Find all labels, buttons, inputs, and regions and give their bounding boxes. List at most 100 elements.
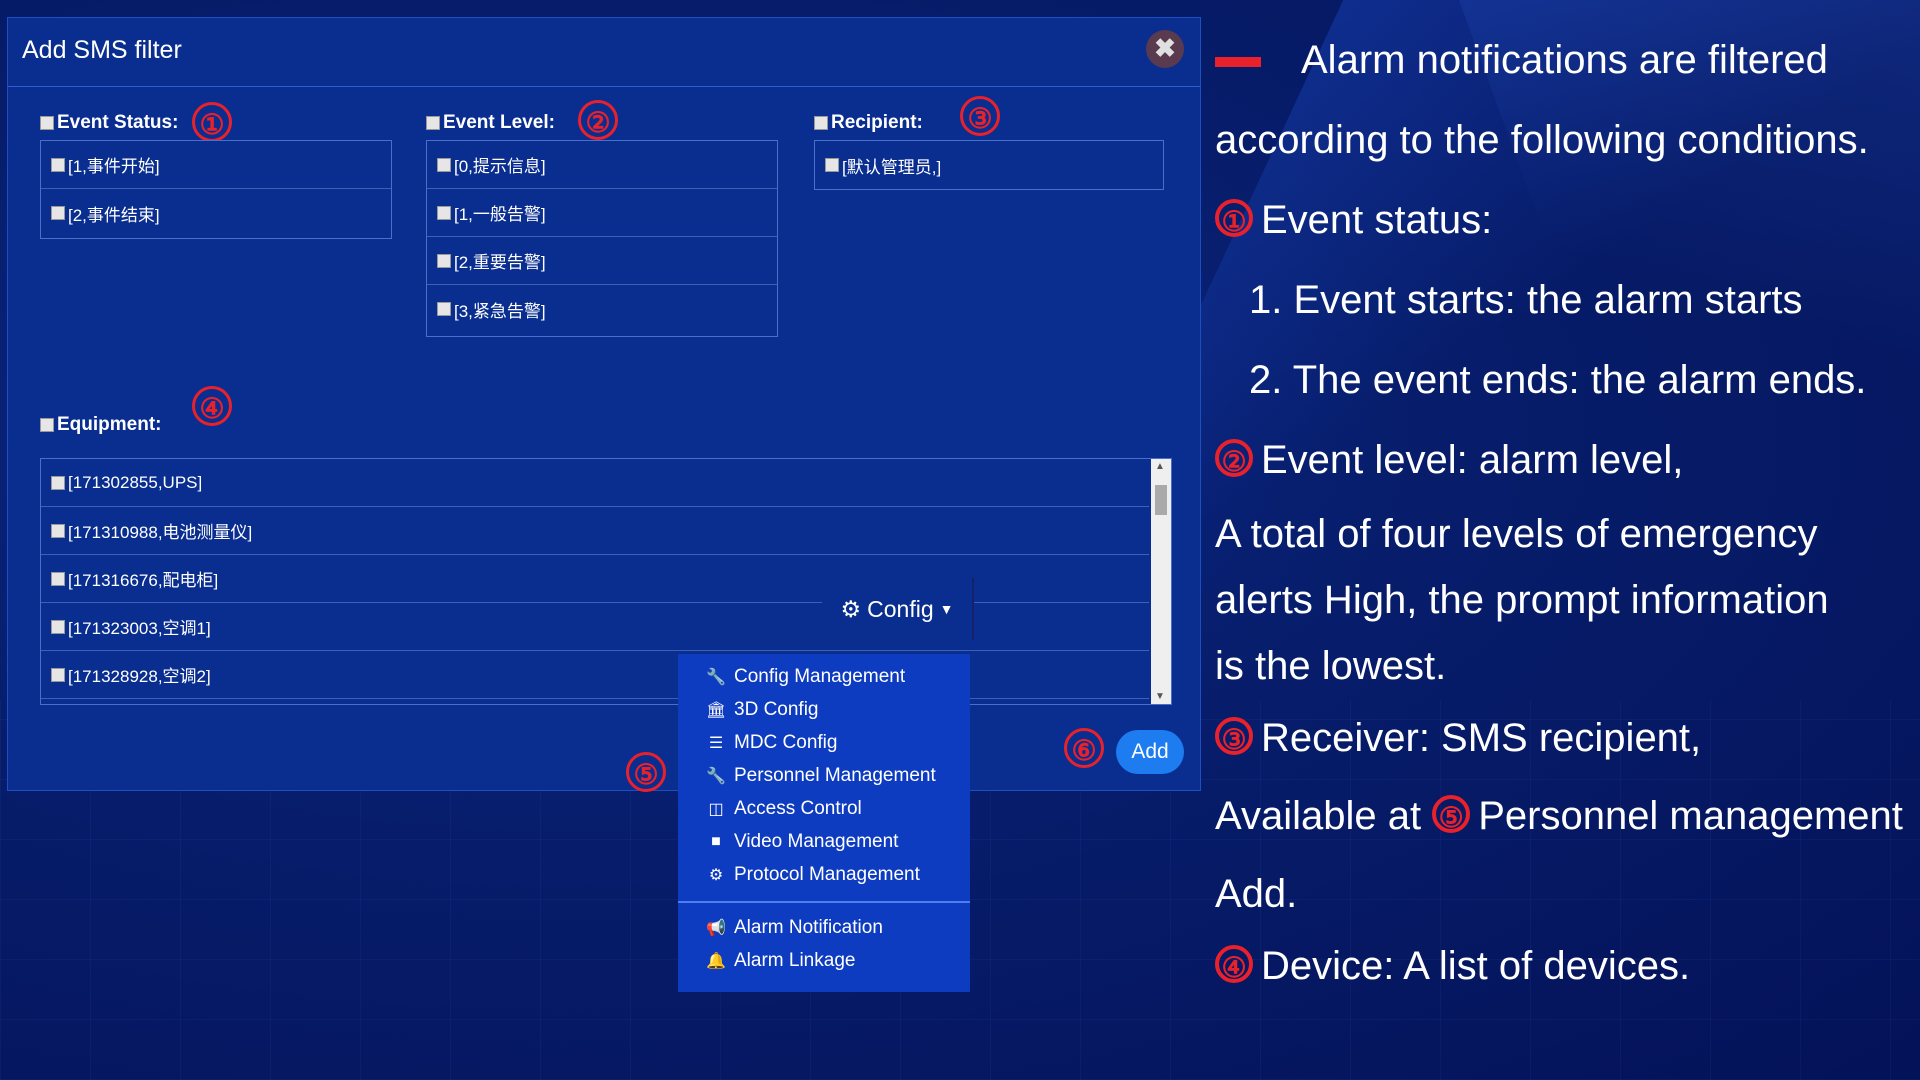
event-level-label-text: Event Level: xyxy=(443,112,555,133)
menu-item-personnel-management[interactable]: 🔧 Personnel Management xyxy=(678,759,970,792)
note-line: A total of four levels of emergency xyxy=(1215,510,1818,558)
list-item[interactable]: [1,事件开始] xyxy=(41,141,391,189)
list-item[interactable]: [1,一般告警] xyxy=(427,189,777,237)
note-text: A total of four levels of emergency xyxy=(1215,512,1818,556)
item-checkbox[interactable] xyxy=(51,475,65,490)
note-line: Add. xyxy=(1215,870,1297,918)
item-label: [1,事件开始] xyxy=(68,157,160,176)
add-button[interactable]: Add xyxy=(1116,730,1184,774)
bell-icon: 🔔 xyxy=(706,952,726,970)
menu-item-label: Config Management xyxy=(734,665,906,687)
list-item[interactable]: [171323003,空调1] xyxy=(41,603,1149,651)
wrench-icon: 🔧 xyxy=(706,767,726,785)
config-dropdown-button[interactable]: ⚙ Config ▼ xyxy=(822,578,974,640)
menu-item-config-management[interactable]: 🔧 Config Management xyxy=(678,660,970,693)
marker-4: ④ xyxy=(192,386,232,426)
item-checkbox[interactable] xyxy=(51,523,65,538)
item-checkbox[interactable] xyxy=(437,157,451,172)
list-item[interactable]: [0,提示信息] xyxy=(427,141,777,189)
note-line: 2. The event ends: the alarm ends. xyxy=(1249,356,1866,404)
note-line: Available at ⑤ Personnel management xyxy=(1215,792,1903,840)
note-text: Device: A list of devices. xyxy=(1261,944,1691,988)
note-text: Receiver: SMS recipient, xyxy=(1261,716,1702,760)
note-line: ④ Device: A list of devices. xyxy=(1215,942,1690,990)
event-level-checkbox[interactable] xyxy=(426,116,440,130)
event-status-label[interactable]: Event Status: xyxy=(40,112,178,134)
config-dropdown-menu: 🔧 Config Management 🏛 3D Config ☰ MDC Confi… xyxy=(678,654,970,992)
event-level-list: [0,提示信息] [1,一般告警] [2,重要告警] [3,紧急告警] xyxy=(426,140,778,337)
dialog-header: Add SMS filter ✖ xyxy=(8,18,1200,87)
list-item[interactable]: [2,重要告警] xyxy=(427,237,777,285)
event-status-label-text: Event Status: xyxy=(57,112,179,133)
list-item[interactable]: [171316676,配电柜] xyxy=(41,555,1149,603)
note-text: Event status: xyxy=(1261,198,1493,242)
recipient-label[interactable]: Recipient: xyxy=(814,112,923,134)
item-label: [171328928,空调2] xyxy=(68,667,211,686)
menu-item-label: Video Management xyxy=(734,830,899,852)
scroll-up-icon[interactable]: ▲ xyxy=(1155,461,1165,472)
recipient-checkbox[interactable] xyxy=(814,116,828,130)
cogs-icon: ⚙ xyxy=(708,866,724,884)
note-line: is the lowest. xyxy=(1215,642,1446,690)
item-checkbox[interactable] xyxy=(51,571,65,586)
add-sms-filter-dialog: Add SMS filter ✖ Event Status: ① [1,事件开始… xyxy=(8,18,1200,790)
list-item[interactable]: [171310988,电池测量仪] xyxy=(41,507,1149,555)
bank-icon: 🏛 xyxy=(706,701,727,719)
note-line: ① Event status: xyxy=(1215,196,1492,244)
video-camera-icon: ■ xyxy=(711,832,721,850)
menu-item-alarm-linkage[interactable]: 🔔 Alarm Linkage xyxy=(678,944,970,977)
event-status-checkbox[interactable] xyxy=(40,116,54,130)
menu-item-protocol-management[interactable]: ⚙ Protocol Management xyxy=(678,858,970,891)
event-level-label[interactable]: Event Level: xyxy=(426,112,555,134)
menu-item-alarm-notification[interactable]: 📢 Alarm Notification xyxy=(678,911,970,944)
list-item[interactable]: [3,紧急告警] xyxy=(427,285,777,333)
menu-item-label: 3D Config xyxy=(734,698,819,720)
item-checkbox[interactable] xyxy=(437,253,451,268)
marker-3: ③ xyxy=(960,96,1000,136)
menu-item-label: MDC Config xyxy=(734,731,838,753)
menu-item-video-management[interactable]: ■ Video Management xyxy=(678,825,970,858)
note-line: 1. Event starts: the alarm starts xyxy=(1249,276,1803,324)
item-checkbox[interactable] xyxy=(825,158,839,172)
marker-5: ⑤ xyxy=(626,752,666,792)
gear-icon: ⚙ xyxy=(840,595,862,622)
item-checkbox[interactable] xyxy=(51,206,65,220)
item-checkbox[interactable] xyxy=(51,667,65,682)
bullhorn-icon: 📢 xyxy=(706,919,726,937)
close-icon[interactable]: ✖ xyxy=(1146,30,1184,68)
scrollbar[interactable]: ▲ ▼ xyxy=(1151,459,1171,704)
scroll-down-icon[interactable]: ▼ xyxy=(1155,691,1165,702)
item-label: [2,事件结束] xyxy=(68,205,160,225)
item-label: [0,提示信息] xyxy=(454,157,546,176)
note-line: Alarm notifications are filtered xyxy=(1215,36,1828,84)
note-text: Available at xyxy=(1215,794,1422,838)
equipment-checkbox[interactable] xyxy=(40,418,54,432)
scroll-thumb[interactable] xyxy=(1155,485,1167,515)
red-dash-icon xyxy=(1215,57,1261,68)
note-text: Event level: alarm level, xyxy=(1261,438,1684,482)
menu-item-3d-config[interactable]: 🏛 3D Config xyxy=(678,693,970,726)
item-checkbox[interactable] xyxy=(51,157,65,172)
list-item[interactable]: [默认管理员,] xyxy=(815,141,1163,189)
columns-icon: ◫ xyxy=(708,800,724,818)
note-text: Add. xyxy=(1215,872,1298,916)
item-checkbox[interactable] xyxy=(437,205,451,220)
item-checkbox[interactable] xyxy=(437,302,451,316)
menu-item-access-control[interactable]: ◫ Access Control xyxy=(678,792,970,825)
note-line: ② Event level: alarm level, xyxy=(1215,436,1683,484)
menu-item-mdc-config[interactable]: ☰ MDC Config xyxy=(678,726,970,759)
list-item[interactable]: [171328928,空调2] xyxy=(41,651,1149,699)
item-label: [171323003,空调1] xyxy=(68,619,211,638)
item-checkbox[interactable] xyxy=(51,619,65,634)
marker-1: ① xyxy=(1215,199,1253,238)
marker-2: ② xyxy=(1215,439,1253,478)
marker-5: ⑤ xyxy=(1432,795,1471,834)
equipment-label[interactable]: Equipment: xyxy=(40,414,162,436)
note-text: 1. Event starts: the alarm starts xyxy=(1249,278,1803,322)
note-line: alerts High, the prompt information xyxy=(1215,576,1829,624)
note-line: according to the following conditions. xyxy=(1215,116,1869,164)
item-label: [171302855,UPS] xyxy=(68,472,203,492)
list-item[interactable]: [171302855,UPS] xyxy=(41,459,1149,507)
list-item[interactable]: [2,事件结束] xyxy=(41,189,391,237)
marker-4: ④ xyxy=(1215,945,1253,984)
